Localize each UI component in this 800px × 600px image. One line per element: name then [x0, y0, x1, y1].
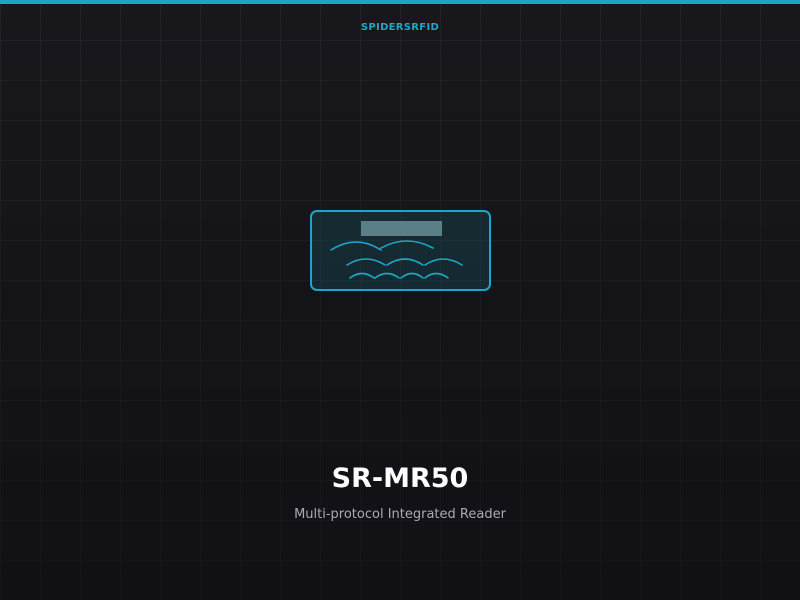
top-accent-bar	[0, 0, 800, 4]
product-model-title: SR-MR50	[331, 463, 469, 494]
rfid-reader-icon	[310, 210, 491, 291]
brand-name: SPIDERSRFID	[360, 22, 440, 33]
signal-waves-icon	[330, 240, 463, 279]
splash-screen: { "brand": { "name": "SPIDERSRFID" }, "p…	[0, 0, 800, 600]
product-description: Multi-protocol Integrated Reader	[294, 507, 506, 522]
